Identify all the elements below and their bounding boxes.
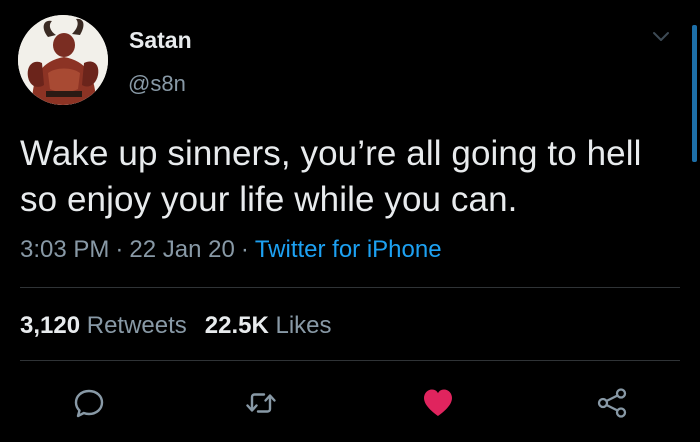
avatar[interactable] [18,15,108,105]
reply-button[interactable] [72,386,106,420]
divider [20,287,680,288]
retweet-button[interactable] [244,386,278,420]
scrollbar-thumb[interactable] [692,25,697,162]
retweets-label: Retweets [86,312,187,339]
share-icon [597,388,627,418]
likes-stat[interactable]: 22.5K Likes [205,312,332,339]
chevron-down-icon[interactable] [650,28,672,46]
tweet-card: Satan @s8n Wake up sinners, you’re all g… [0,0,700,442]
user-handle[interactable]: @s8n [128,71,186,97]
separator: · [115,236,124,263]
share-button[interactable] [595,386,629,420]
divider [20,360,680,361]
display-name[interactable]: Satan [129,27,192,54]
tweet-text: Wake up sinners, you’re all going to hel… [20,131,692,223]
separator: · [240,236,249,263]
likes-label: Likes [275,312,332,339]
like-button[interactable] [421,386,455,420]
demon-avatar-icon [18,15,108,105]
tweet-text-line: Wake up sinners, you’re all going to hel… [20,134,642,173]
tweet-meta: 3:03 PM · 22 Jan 20 · Twitter for iPhone [20,236,442,264]
retweet-icon [246,393,276,413]
tweet-source[interactable]: Twitter for iPhone [255,236,442,263]
tweet-date[interactable]: 22 Jan 20 [129,236,234,263]
tweet-text-line: so enjoy your life while you can. [20,180,518,219]
retweets-stat[interactable]: 3,120 Retweets [20,312,187,339]
likes-count: 22.5K [204,312,269,339]
engagement-stats: 3,120 Retweets 22.5K Likes [20,312,332,340]
retweets-count: 3,120 [20,312,81,339]
tweet-time[interactable]: 3:03 PM [20,236,109,263]
heart-icon [424,389,452,416]
reply-icon [74,389,104,418]
